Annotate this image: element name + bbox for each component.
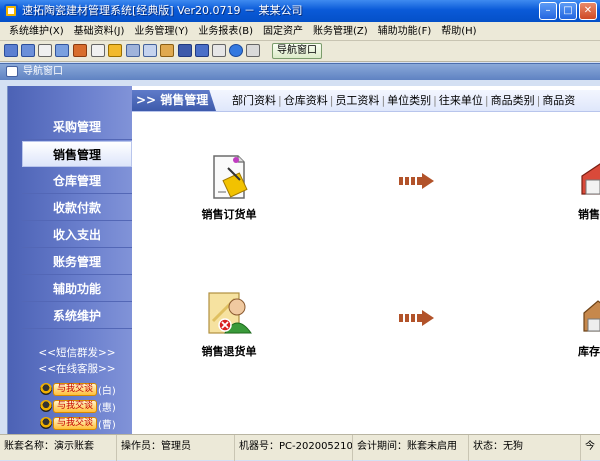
inventory-item[interactable]: 库存 [566,291,600,359]
menu-basic-data[interactable]: 基础资料(J) [69,23,130,40]
menu-reports[interactable]: 业务报表(B) [193,23,258,40]
nav-window-button[interactable]: 导航窗口 [272,43,322,59]
save-icon[interactable] [178,44,192,57]
menu-system[interactable]: 系统维护(X) [4,23,69,40]
link-products[interactable]: 商品资 [542,94,575,107]
maximize-button[interactable]: □ [559,2,577,20]
sidebar-item-system[interactable]: 系统维护 [22,303,132,329]
sales-delivery-label: 销售 [578,208,600,221]
status-state: 状态：无狗 [468,435,580,461]
status-extra: 今 [580,435,600,461]
sidebar-item-purchase[interactable]: 采购管理 [22,114,132,140]
window-icon[interactable] [21,44,35,57]
separator: | [278,94,282,107]
link-departments[interactable]: 部门资料 [232,94,276,107]
sales-order-item[interactable]: 销售订货单 [194,154,264,222]
contact-name: (惠) [98,402,116,414]
separator: | [381,94,386,107]
window-icon [6,66,18,77]
minimize-button[interactable]: – [539,2,557,20]
window-title: 速拓陶瓷建材管理系统[经典版] Ver20.0719 － 某某公司 [22,4,303,17]
module-bar: >> 销售管理 部门资料 | 仓库资料 | 员工资料 | 单位类别 | 往来单位 | 商品类别 | 商品… [132,90,600,112]
close-button[interactable]: ✕ [579,2,597,20]
title-bar[interactable]: 速拓陶瓷建材管理系统[经典版] Ver20.0719 － 某某公司 – □ ✕ [0,0,600,22]
module-tab-sales[interactable]: >> 销售管理 [132,90,216,111]
app-icon[interactable] [4,4,18,18]
link-product-categories[interactable]: 商品类别 [491,94,535,107]
exit-icon[interactable] [246,44,260,57]
qq-contact[interactable]: 与我交谈 (白) [40,382,116,397]
help-icon[interactable] [229,44,243,57]
sidebar-item-income[interactable]: 收入支出 [22,222,132,248]
warehouse-icon [581,163,600,195]
sidebar: 采购管理 销售管理 仓库管理 收款付款 收入支出 账务管理 辅助功能 系统维护 … [8,86,132,434]
flow-arrow-icon [399,310,434,326]
sales-order-label: 销售订货单 [201,208,257,221]
status-account: 账套名称：演示账套 [4,441,94,452]
status-operator: 操作员：管理员 [116,435,234,461]
status-machine: 机器号：PC-20200521085 [234,435,352,461]
folder-icon[interactable] [160,44,174,57]
print-icon[interactable] [126,44,140,57]
sales-return-icon [208,292,252,334]
qq-icon [40,400,52,412]
chat-badge[interactable]: 与我交谈 [53,399,98,413]
toolbar: 导航窗口 [0,41,600,62]
qq-icon [40,417,52,429]
link-employees[interactable]: 员工资料 [335,94,379,107]
subwindow-caption: 导航窗口 [0,63,600,80]
chat-badge[interactable]: 与我交谈 [53,416,98,430]
qq-contact[interactable]: 与我交谈 (惠) [40,399,116,414]
menu-fixed-assets[interactable]: 固定资产 [258,23,308,40]
sidebar-item-sales[interactable]: 销售管理 [22,141,132,167]
separator: | [484,94,489,107]
printer-icon[interactable] [212,44,226,57]
qq-contact[interactable]: 与我交谈 (曹) [40,416,116,431]
inventory-icon [583,300,600,332]
qq-icon [40,383,52,395]
flow-arrow-icon [399,173,434,189]
status-bar: 账套名称：演示账套 操作员：管理员 机器号：PC-20200521085 会计期… [0,434,600,461]
contact-name: (白) [98,385,116,397]
sales-delivery-item[interactable]: 销售 [566,154,600,222]
menu-business[interactable]: 业务管理(Y) [129,23,193,40]
monitor-icon[interactable] [55,44,69,57]
subwindow-title: 导航窗口 [23,66,63,77]
sales-return-item[interactable]: 销售退货单 [194,291,264,359]
sales-order-icon [213,155,248,199]
nav-content: 采购管理 销售管理 仓库管理 收款付款 收入支出 账务管理 辅助功能 系统维护 … [7,86,600,434]
sidebar-item-payments[interactable]: 收款付款 [22,195,132,221]
separator: | [433,94,437,107]
document-icon[interactable] [38,44,52,57]
sidebar-item-accounts[interactable]: 账务管理 [22,249,132,275]
sidebar-item-tools[interactable]: 辅助功能 [22,276,132,302]
calculator-icon[interactable] [143,44,157,57]
menu-accounts[interactable]: 账务管理(Z) [308,23,373,40]
sidebar-item-warehouse[interactable]: 仓库管理 [22,168,132,194]
menu-bar: 系统维护(X) 基础资料(J) 业务管理(Y) 业务报表(B) 固定资产 账务管… [0,22,600,41]
contact-name: (曹) [98,419,116,431]
link-partners[interactable]: 往来单位 [439,94,483,107]
list-icon[interactable] [91,44,105,57]
menu-tools[interactable]: 辅助功能(F) [373,23,437,40]
quick-links: 部门资料 | 仓库资料 | 员工资料 | 单位类别 | 往来单位 | 商品类别 | 商品资 [232,90,575,111]
inventory-label: 库存 [578,345,600,358]
link-warehouses[interactable]: 仓库资料 [284,94,328,107]
link-unit-categories[interactable]: 单位类别 [387,94,431,107]
chat-badge[interactable]: 与我交谈 [53,382,98,396]
sales-return-label: 销售退货单 [201,345,257,358]
status-period: 会计期间：账套未启用 [352,435,468,461]
online-service-link[interactable]: <<在线客服>> [22,362,132,376]
report-icon[interactable] [73,44,87,57]
window-icon[interactable] [4,44,18,57]
disk-icon[interactable] [195,44,209,57]
menu-help[interactable]: 帮助(H) [436,23,481,40]
sms-link[interactable]: <<短信群发>> [22,346,132,360]
users-icon[interactable] [108,44,122,57]
